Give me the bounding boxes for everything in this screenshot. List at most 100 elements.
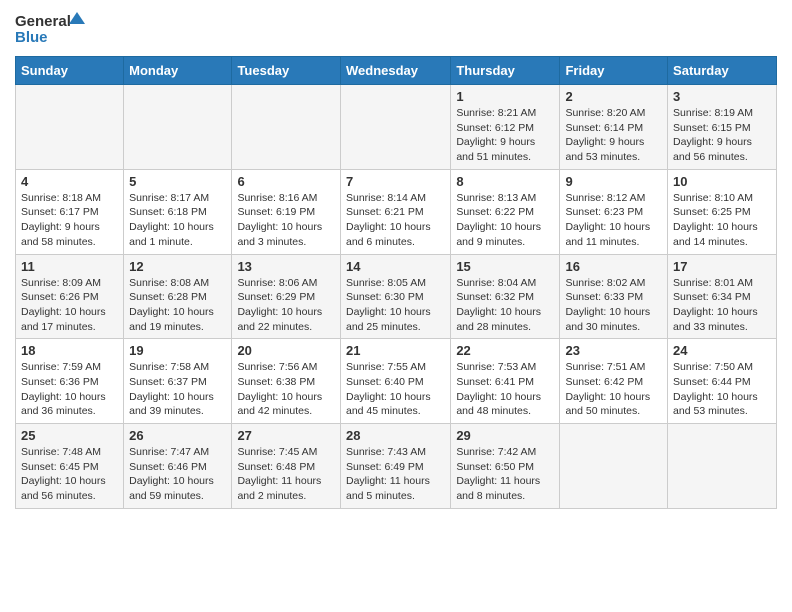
day-number: 9 xyxy=(565,174,662,189)
calendar-cell: 4 Sunrise: 8:18 AM Sunset: 6:17 PM Daylig… xyxy=(16,169,124,254)
calendar-cell: 23 Sunrise: 7:51 AM Sunset: 6:42 PM Dayli… xyxy=(560,339,668,424)
weekday-header-row: SundayMondayTuesdayWednesdayThursdayFrid… xyxy=(16,57,777,85)
calendar-cell: 21 Sunrise: 7:55 AM Sunset: 6:40 PM Dayli… xyxy=(340,339,450,424)
day-number: 17 xyxy=(673,259,771,274)
day-number: 3 xyxy=(673,89,771,104)
calendar-cell: 3 Sunrise: 8:19 AM Sunset: 6:15 PM Daylig… xyxy=(668,85,777,170)
day-info: Sunrise: 7:58 AM Sunset: 6:37 PM Dayligh… xyxy=(129,360,226,419)
day-number: 21 xyxy=(346,343,445,358)
day-number: 23 xyxy=(565,343,662,358)
day-info: Sunrise: 7:47 AM Sunset: 6:46 PM Dayligh… xyxy=(129,445,226,504)
day-number: 15 xyxy=(456,259,554,274)
calendar-cell xyxy=(124,85,232,170)
weekday-header-tuesday: Tuesday xyxy=(232,57,341,85)
weekday-header-friday: Friday xyxy=(560,57,668,85)
day-number: 5 xyxy=(129,174,226,189)
day-info: Sunrise: 8:04 AM Sunset: 6:32 PM Dayligh… xyxy=(456,276,554,335)
day-info: Sunrise: 7:53 AM Sunset: 6:41 PM Dayligh… xyxy=(456,360,554,419)
day-info: Sunrise: 7:59 AM Sunset: 6:36 PM Dayligh… xyxy=(21,360,118,419)
day-info: Sunrise: 7:48 AM Sunset: 6:45 PM Dayligh… xyxy=(21,445,118,504)
day-number: 11 xyxy=(21,259,118,274)
calendar-cell: 24Sunrise: 7:50 AM Sunset: 6:44 PM Dayli… xyxy=(668,339,777,424)
day-info: Sunrise: 8:19 AM Sunset: 6:15 PM Dayligh… xyxy=(673,106,771,165)
day-info: Sunrise: 7:56 AM Sunset: 6:38 PM Dayligh… xyxy=(237,360,335,419)
calendar-cell xyxy=(560,424,668,509)
day-number: 28 xyxy=(346,428,445,443)
calendar-week-row: 4 Sunrise: 8:18 AM Sunset: 6:17 PM Daylig… xyxy=(16,169,777,254)
day-info: Sunrise: 8:14 AM Sunset: 6:21 PM Dayligh… xyxy=(346,191,445,250)
calendar-cell xyxy=(340,85,450,170)
day-number: 6 xyxy=(237,174,335,189)
day-number: 12 xyxy=(129,259,226,274)
day-number: 29 xyxy=(456,428,554,443)
calendar-week-row: 11 Sunrise: 8:09 AM Sunset: 6:26 PM Dayli… xyxy=(16,254,777,339)
calendar-week-row: 18 Sunrise: 7:59 AM Sunset: 6:36 PM Dayli… xyxy=(16,339,777,424)
day-info: Sunrise: 8:08 AM Sunset: 6:28 PM Dayligh… xyxy=(129,276,226,335)
day-info: Sunrise: 8:01 AM Sunset: 6:34 PM Dayligh… xyxy=(673,276,771,335)
calendar-cell: 2 Sunrise: 8:20 AM Sunset: 6:14 PM Daylig… xyxy=(560,85,668,170)
calendar-cell: 6 Sunrise: 8:16 AM Sunset: 6:19 PM Daylig… xyxy=(232,169,341,254)
day-info: Sunrise: 8:09 AM Sunset: 6:26 PM Dayligh… xyxy=(21,276,118,335)
weekday-header-wednesday: Wednesday xyxy=(340,57,450,85)
day-info: Sunrise: 7:51 AM Sunset: 6:42 PM Dayligh… xyxy=(565,360,662,419)
calendar-cell: 11 Sunrise: 8:09 AM Sunset: 6:26 PM Dayli… xyxy=(16,254,124,339)
day-info: Sunrise: 7:45 AM Sunset: 6:48 PM Dayligh… xyxy=(237,445,335,504)
day-number: 25 xyxy=(21,428,118,443)
calendar-table: SundayMondayTuesdayWednesdayThursdayFrid… xyxy=(15,56,777,509)
day-info: Sunrise: 7:55 AM Sunset: 6:40 PM Dayligh… xyxy=(346,360,445,419)
weekday-header-thursday: Thursday xyxy=(451,57,560,85)
day-number: 1 xyxy=(456,89,554,104)
day-number: 8 xyxy=(456,174,554,189)
weekday-header-monday: Monday xyxy=(124,57,232,85)
day-number: 24 xyxy=(673,343,771,358)
day-info: Sunrise: 8:06 AM Sunset: 6:29 PM Dayligh… xyxy=(237,276,335,335)
calendar-cell: 10Sunrise: 8:10 AM Sunset: 6:25 PM Dayli… xyxy=(668,169,777,254)
day-number: 10 xyxy=(673,174,771,189)
calendar-cell xyxy=(668,424,777,509)
weekday-header-sunday: Sunday xyxy=(16,57,124,85)
calendar-cell: 20 Sunrise: 7:56 AM Sunset: 6:38 PM Dayli… xyxy=(232,339,341,424)
calendar-page: General Blue SundayMondayTuesdayWednesda… xyxy=(0,0,792,519)
calendar-cell: 27Sunrise: 7:45 AM Sunset: 6:48 PM Dayli… xyxy=(232,424,341,509)
calendar-cell: 7 Sunrise: 8:14 AM Sunset: 6:21 PM Daylig… xyxy=(340,169,450,254)
day-info: Sunrise: 8:02 AM Sunset: 6:33 PM Dayligh… xyxy=(565,276,662,335)
day-number: 13 xyxy=(237,259,335,274)
day-number: 20 xyxy=(237,343,335,358)
day-number: 14 xyxy=(346,259,445,274)
calendar-cell: 13 Sunrise: 8:06 AM Sunset: 6:29 PM Dayli… xyxy=(232,254,341,339)
day-info: Sunrise: 8:16 AM Sunset: 6:19 PM Dayligh… xyxy=(237,191,335,250)
day-number: 4 xyxy=(21,174,118,189)
weekday-header-saturday: Saturday xyxy=(668,57,777,85)
header: General Blue xyxy=(15,10,777,48)
calendar-cell: 15 Sunrise: 8:04 AM Sunset: 6:32 PM Dayli… xyxy=(451,254,560,339)
svg-text:Blue: Blue xyxy=(15,29,48,46)
day-number: 19 xyxy=(129,343,226,358)
calendar-cell: 5Sunrise: 8:17 AM Sunset: 6:18 PM Daylig… xyxy=(124,169,232,254)
calendar-week-row: 1Sunrise: 8:21 AM Sunset: 6:12 PM Daylig… xyxy=(16,85,777,170)
calendar-cell: 29Sunrise: 7:42 AM Sunset: 6:50 PM Dayli… xyxy=(451,424,560,509)
calendar-cell: 18 Sunrise: 7:59 AM Sunset: 6:36 PM Dayli… xyxy=(16,339,124,424)
calendar-week-row: 25 Sunrise: 7:48 AM Sunset: 6:45 PM Dayli… xyxy=(16,424,777,509)
calendar-cell: 25 Sunrise: 7:48 AM Sunset: 6:45 PM Dayli… xyxy=(16,424,124,509)
calendar-cell: 19 Sunrise: 7:58 AM Sunset: 6:37 PM Dayli… xyxy=(124,339,232,424)
day-info: Sunrise: 8:20 AM Sunset: 6:14 PM Dayligh… xyxy=(565,106,662,165)
day-info: Sunrise: 8:05 AM Sunset: 6:30 PM Dayligh… xyxy=(346,276,445,335)
day-number: 2 xyxy=(565,89,662,104)
day-number: 18 xyxy=(21,343,118,358)
calendar-cell: 9 Sunrise: 8:12 AM Sunset: 6:23 PM Daylig… xyxy=(560,169,668,254)
calendar-cell: 12 Sunrise: 8:08 AM Sunset: 6:28 PM Dayli… xyxy=(124,254,232,339)
logo: General Blue xyxy=(15,10,85,48)
calendar-cell: 8 Sunrise: 8:13 AM Sunset: 6:22 PM Daylig… xyxy=(451,169,560,254)
day-info: Sunrise: 8:18 AM Sunset: 6:17 PM Dayligh… xyxy=(21,191,118,250)
svg-text:General: General xyxy=(15,13,71,30)
day-info: Sunrise: 8:12 AM Sunset: 6:23 PM Dayligh… xyxy=(565,191,662,250)
calendar-cell: 28Sunrise: 7:43 AM Sunset: 6:49 PM Dayli… xyxy=(340,424,450,509)
calendar-cell xyxy=(232,85,341,170)
day-number: 26 xyxy=(129,428,226,443)
calendar-cell: 26 Sunrise: 7:47 AM Sunset: 6:46 PM Dayli… xyxy=(124,424,232,509)
calendar-cell: 16Sunrise: 8:02 AM Sunset: 6:33 PM Dayli… xyxy=(560,254,668,339)
day-number: 7 xyxy=(346,174,445,189)
logo-svg: General Blue xyxy=(15,10,85,48)
day-info: Sunrise: 8:13 AM Sunset: 6:22 PM Dayligh… xyxy=(456,191,554,250)
calendar-cell: 17 Sunrise: 8:01 AM Sunset: 6:34 PM Dayli… xyxy=(668,254,777,339)
